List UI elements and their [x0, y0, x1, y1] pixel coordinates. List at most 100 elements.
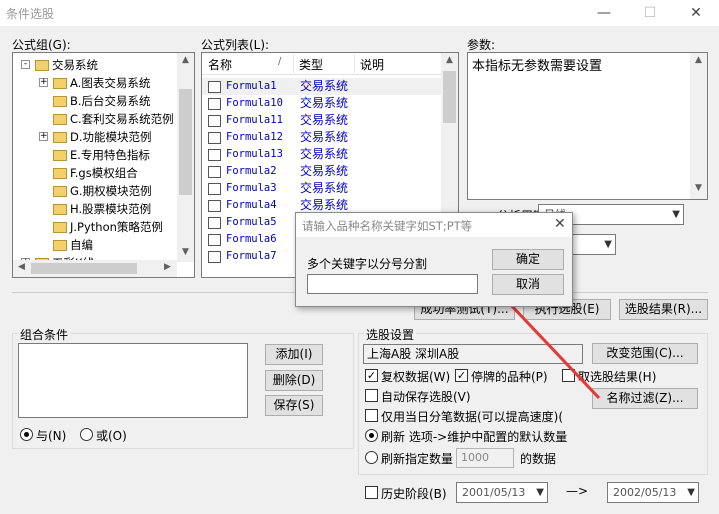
and-radio[interactable]	[20, 428, 33, 441]
params-label: 参数:	[467, 38, 496, 52]
close-icon[interactable]: ✕	[554, 216, 566, 232]
list-item[interactable]: Formula11 交易系统	[202, 112, 442, 129]
formula-name: Formula6	[226, 233, 277, 245]
tree-vscroll[interactable]: ▲ ▼	[177, 53, 194, 262]
intraday-label: 仅用当日分笔数据(可以提高速度)(	[381, 410, 564, 424]
dialog-title: 请输入品种名称关键字如ST;PT等	[302, 219, 473, 233]
scroll-thumb[interactable]	[179, 89, 192, 195]
tree-item[interactable]: - 交易系统	[21, 56, 98, 74]
formula-icon	[208, 149, 221, 161]
list-item[interactable]: Formula3 交易系统	[202, 180, 442, 197]
list-item[interactable]: Formula10 交易系统	[202, 95, 442, 112]
close-icon[interactable]: ✕	[673, 0, 719, 26]
tree-item[interactable]: H.股票模块范例	[53, 200, 151, 218]
col-desc[interactable]: 说明	[360, 56, 384, 73]
auto-save-checkbox[interactable]	[365, 389, 378, 402]
scroll-down-icon[interactable]: ▼	[690, 183, 707, 193]
formula-group-tree[interactable]: - 交易系统 + A.图表交易系统 B.后台交易系统 C.套利交易系统范例 + D.功能模块范…	[12, 52, 195, 278]
refresh-default-radio[interactable]	[365, 429, 378, 442]
formula-type: 交易系统	[300, 79, 349, 93]
folder-icon	[53, 240, 67, 251]
save-button[interactable]: 保存(S)	[265, 395, 323, 416]
scroll-thumb[interactable]	[443, 71, 456, 123]
formula-type: 交易系统	[300, 181, 349, 195]
scroll-right-icon[interactable]: ▶	[159, 262, 176, 272]
formula-icon	[208, 98, 221, 110]
scroll-thumb[interactable]	[31, 263, 137, 274]
tree-item[interactable]: F.gs模权组合	[53, 164, 138, 182]
tree-item-label: A.图表交易系统	[70, 76, 151, 90]
chevron-down-icon: ▼	[672, 209, 680, 220]
or-radio[interactable]	[80, 428, 93, 441]
cancel-button[interactable]: 取消	[492, 274, 564, 295]
tree-item[interactable]: + A.图表交易系统	[39, 74, 151, 92]
tree-item-label: E.专用特色指标	[70, 148, 150, 162]
formula-name: Formula11	[226, 114, 283, 126]
list-item[interactable]: Formula1 交易系统	[202, 78, 442, 95]
formula-name: Formula13	[226, 148, 283, 160]
formula-icon	[208, 115, 221, 127]
refresh-count-label: 刷新指定数量	[381, 452, 454, 466]
formula-name: Formula4	[226, 199, 277, 211]
scroll-up-icon[interactable]: ▲	[177, 55, 194, 65]
tree-item[interactable]: E.专用特色指标	[53, 146, 150, 164]
tree-item-label: D.功能模块范例	[70, 130, 152, 144]
expand-icon[interactable]: +	[39, 78, 48, 87]
scroll-left-icon[interactable]: ◀	[13, 262, 30, 272]
ok-button[interactable]: 确定	[492, 249, 564, 270]
tree-item[interactable]: G.期权模块范例	[53, 182, 152, 200]
title-bar: 条件选股 — ☐ ✕	[0, 0, 719, 26]
tree-item-label: H.股票模块范例	[70, 202, 152, 216]
scroll-down-icon[interactable]: ▼	[177, 247, 194, 257]
params-vscroll[interactable]: ▲ ▼	[690, 53, 707, 199]
scroll-up-icon[interactable]: ▲	[441, 55, 458, 65]
keyword-input[interactable]	[307, 274, 478, 294]
formula-type: 交易系统	[300, 164, 349, 178]
formula-type: 交易系统	[300, 96, 349, 110]
tree-item[interactable]: B.后台交易系统	[53, 92, 151, 110]
params-text: 本指标无参数需要设置	[472, 59, 603, 74]
formula-type: 交易系统	[300, 130, 349, 144]
refresh-count-radio[interactable]	[365, 451, 378, 464]
add-button[interactable]: 添加(I)	[265, 344, 323, 365]
formula-type: 交易系统	[300, 113, 349, 127]
tree-hscroll[interactable]: ◀ ▶	[13, 260, 177, 277]
list-item[interactable]: Formula13 交易系统	[202, 146, 442, 163]
tree-item[interactable]: 自编	[53, 236, 93, 254]
formula-type: 交易系统	[300, 147, 349, 161]
delete-button[interactable]: 删除(D)	[265, 370, 323, 391]
conditions-list[interactable]	[18, 343, 248, 418]
formula-name: Formula7	[226, 250, 277, 262]
tree-item-label: 交易系统	[52, 58, 98, 72]
restored-data-checkbox[interactable]: ✓	[365, 369, 378, 382]
scroll-up-icon[interactable]: ▲	[690, 55, 707, 65]
combo-conditions-label: 组合条件	[18, 326, 71, 343]
expand-icon[interactable]: +	[39, 132, 48, 141]
chevron-down-icon: ▼	[687, 487, 695, 498]
list-item[interactable]: Formula12 交易系统	[202, 129, 442, 146]
date-to-picker[interactable]: 2002/05/13 ▼	[607, 482, 699, 503]
folder-icon	[53, 114, 67, 125]
history-checkbox[interactable]	[365, 486, 378, 499]
folder-icon	[53, 78, 67, 89]
folder-icon	[53, 150, 67, 161]
select-result-button[interactable]: 选股结果(R)...	[619, 299, 708, 320]
intraday-checkbox[interactable]	[365, 409, 378, 422]
col-name[interactable]: 名称	[208, 56, 232, 73]
date-from-picker[interactable]: 2001/05/13 ▼	[456, 482, 548, 503]
collapse-icon[interactable]: -	[21, 60, 30, 69]
params-box[interactable]: 本指标无参数需要设置 ▲ ▼	[467, 52, 708, 200]
tree-item[interactable]: J.Python策略范例	[53, 218, 163, 236]
tree-item-label: 自编	[70, 238, 93, 252]
tree-item[interactable]: + D.功能模块范例	[39, 128, 152, 146]
maximize-icon[interactable]: ☐	[627, 0, 673, 26]
list-item[interactable]: Formula2 交易系统	[202, 163, 442, 180]
col-type[interactable]: 类型	[299, 56, 323, 73]
formula-name: Formula5	[226, 216, 277, 228]
list-header: 名称 / 类型 说明	[202, 53, 442, 75]
suspended-checkbox[interactable]: ✓	[455, 369, 468, 382]
tree-item[interactable]: C.套利交易系统范例	[53, 110, 174, 128]
chevron-down-icon: ▼	[604, 239, 612, 250]
refresh-count-input[interactable]: 1000	[456, 448, 514, 468]
minimize-icon[interactable]: —	[581, 0, 627, 26]
